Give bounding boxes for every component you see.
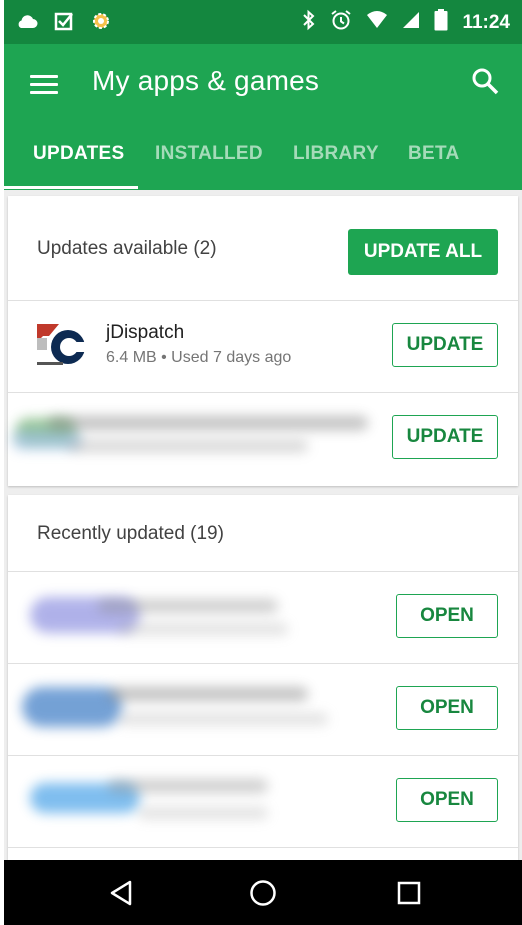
menu-icon[interactable] [30,68,60,98]
update-all-button[interactable]: UPDATE ALL [348,229,498,275]
tab-indicator [4,186,138,189]
status-time: 11:24 [462,12,510,33]
app-name: jDispatch [106,322,185,343]
list-item[interactable]: OPEN [8,663,518,756]
updates-header: Updates available (2) UPDATE ALL [8,196,518,301]
list-item[interactable]: UPDATE [8,392,518,484]
jdispatch-app-icon [35,322,87,372]
cloud-icon [16,13,38,34]
open-button[interactable]: OPEN [396,594,498,638]
tab-installed[interactable]: INSTALLED [155,143,263,165]
update-button[interactable]: UPDATE [392,415,498,459]
app-meta: 6.4 MB • Used 7 days ago [106,349,292,366]
open-button[interactable]: OPEN [396,778,498,822]
recents-icon[interactable] [394,878,424,908]
tasker-icon [90,10,112,37]
update-button[interactable]: UPDATE [392,323,498,367]
recent-title: Recently updated (19) [37,523,224,544]
app-bar: My apps & games UPDATES INSTALLED LIBRAR… [4,44,522,190]
updates-card: Updates available (2) UPDATE ALL jDispat… [8,196,518,486]
alarm-icon [330,9,352,37]
open-button[interactable]: OPEN [396,686,498,730]
battery-icon [434,9,448,37]
list-item[interactable]: OPEN [8,755,518,848]
screen: 11:24 My apps & games UPDATES INSTALLED … [4,0,522,925]
home-icon[interactable] [248,878,278,908]
tab-bar: UPDATES INSTALLED LIBRARY BETA [4,132,522,190]
page-title: My apps & games [92,65,320,96]
list-item[interactable]: jDispatch 6.4 MB • Used 7 days ago UPDAT… [8,300,518,393]
bluetooth-icon [302,9,316,37]
wifi-icon [366,11,388,35]
status-bar: 11:24 [4,0,522,44]
tab-library[interactable]: LIBRARY [293,143,379,165]
list-item[interactable]: OPEN [8,571,518,664]
search-icon[interactable] [470,66,502,98]
tab-updates[interactable]: UPDATES [33,143,124,165]
recent-header: Recently updated (19) [8,495,518,572]
signal-icon [402,11,420,35]
checkbox-icon [54,11,74,36]
updates-title: Updates available (2) [37,238,217,259]
tab-beta[interactable]: BETA [408,143,460,165]
recent-card: Recently updated (19) OPEN OPEN OPEN [8,495,518,875]
back-icon[interactable] [106,878,136,908]
navigation-bar [4,860,522,925]
